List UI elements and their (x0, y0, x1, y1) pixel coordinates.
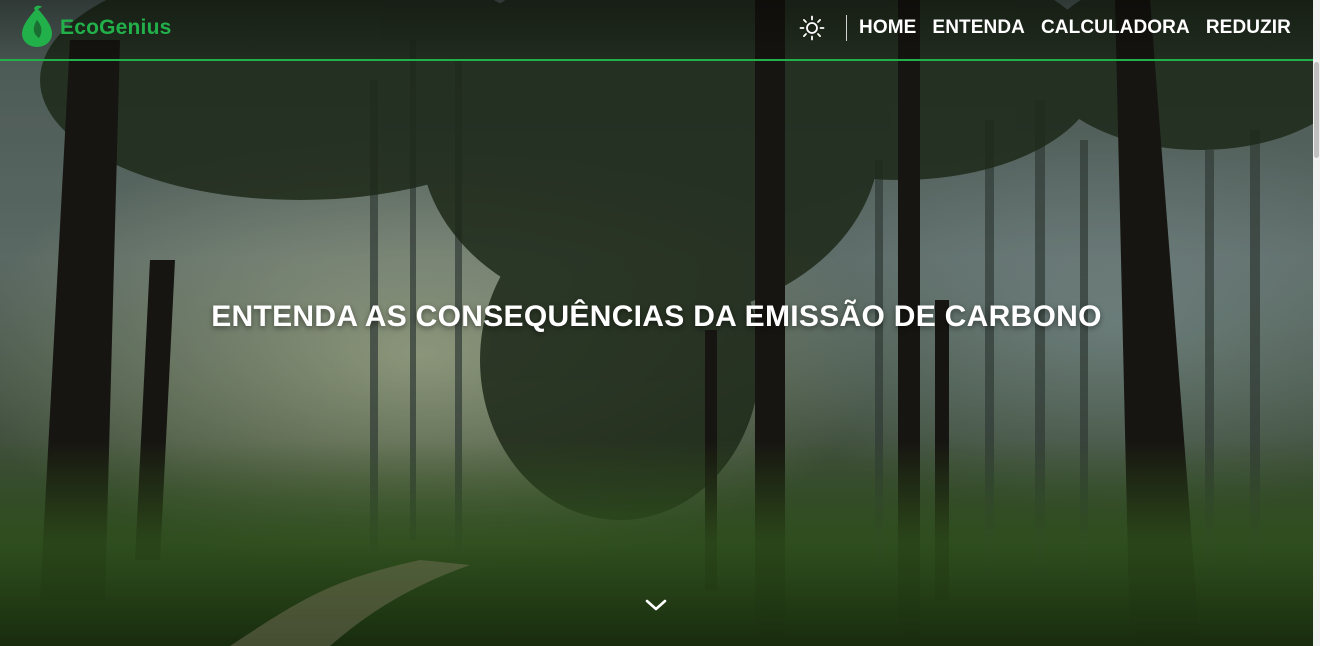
chevron-down-icon[interactable] (643, 595, 669, 615)
brand-name: EcoGenius (60, 16, 172, 39)
nav-link-reduzir[interactable]: REDUZIR (1206, 17, 1291, 39)
scrollbar-thumb[interactable] (1314, 62, 1319, 158)
brand-logo-link[interactable]: EcoGenius (20, 4, 172, 53)
nav-link-calculadora[interactable]: CALCULADORA (1041, 17, 1190, 39)
nav-menu: HOME ENTENDA CALCULADORA REDUZIR (798, 12, 1291, 44)
hero-section: EcoGenius HOME ENTENDA CALCULADORA REDUZ… (0, 0, 1320, 646)
top-navbar: EcoGenius HOME ENTENDA CALCULADORA REDUZ… (0, 0, 1313, 61)
nav-link-home[interactable]: HOME (859, 17, 916, 39)
nav-divider (846, 15, 848, 41)
nav-link-entenda[interactable]: ENTENDA (932, 17, 1025, 39)
page-scrollbar[interactable] (1313, 0, 1320, 646)
sun-icon[interactable] (798, 14, 826, 42)
leaf-drop-icon (20, 4, 54, 53)
hero-title: ENTENDA AS CONSEQUÊNCIAS DA EMISSÃO DE C… (211, 300, 1102, 333)
